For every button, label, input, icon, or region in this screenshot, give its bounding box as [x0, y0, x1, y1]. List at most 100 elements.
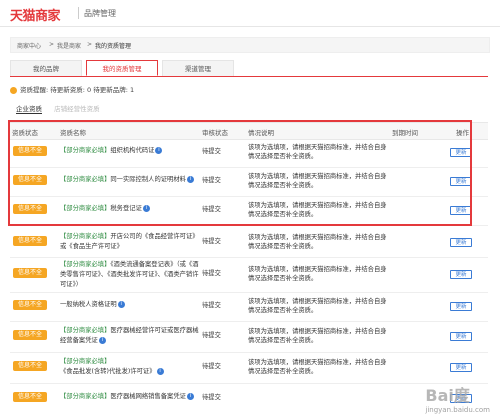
logo-divider	[78, 7, 79, 19]
review-status: 待提交	[202, 148, 221, 155]
qualification-notice: 资质提醒: 待更新资质: 0 待更新品牌: 1	[10, 84, 134, 94]
status-badge: 信息不全	[13, 361, 47, 371]
qualification-name: 【部分商家必填】税务登记证 i	[60, 204, 200, 214]
update-button[interactable]: 更新	[450, 177, 472, 186]
col-header-review: 审核状态	[202, 129, 228, 137]
update-button[interactable]: 更新	[450, 238, 472, 247]
status-badge: 信息不全	[13, 146, 47, 156]
table-row: 信息不全 【部分商家必填】税务登记证 i 待提交 该项为选填项，请根据天猫招商标准…	[10, 197, 488, 226]
table-row: 信息不全 【部分商家必填】医疗器械经营许可证或医疗器械经营备案凭证 i 待提交 该…	[10, 322, 488, 353]
required-tag: 【部分商家必填】	[60, 358, 111, 365]
qualification-title: 医疗器械网络销售备案凭证	[110, 393, 186, 400]
qualification-name: 【部分商家必填】医疗器械经营许可证或医疗器械经营备案凭证 i	[60, 326, 200, 346]
review-status: 待提交	[202, 238, 221, 245]
tab-my-brands[interactable]: 我的品牌	[10, 60, 82, 76]
breadcrumb-merchant[interactable]: 我是商家	[57, 41, 81, 50]
breadcrumb-current: 我的资质管理	[95, 43, 132, 50]
qualification-title: 组织机构代码证	[110, 147, 155, 154]
warning-icon	[10, 86, 17, 94]
qualification-name: 【部分商家必填】《酒类流通备案登记表》（或《酒类零售许可证》、《酒类批发许可证》…	[60, 260, 200, 290]
table-row: 信息不全 一般纳税人资格证明 i 待提交 该项为选填项，请根据天猫招商标准，并结合…	[10, 293, 488, 322]
qualification-name: 一般纳税人资格证明 i	[60, 300, 200, 310]
status-badge: 信息不全	[13, 236, 47, 246]
situation-description: 该项为选填项，请根据天猫招商标准，并结合自身情况选择是否补全资质。	[248, 234, 387, 250]
qualification-title: 《食品批发(含转)代批发)许可证》	[60, 368, 156, 375]
page-section-title: 品牌管理	[84, 9, 116, 18]
main-tabs: 我的品牌 我的资质管理 渠道管理	[10, 60, 488, 77]
subtab-enterprise[interactable]: 企业资质	[16, 105, 42, 114]
info-icon[interactable]: i	[155, 146, 163, 154]
required-tag: 【部分商家必填】	[60, 327, 111, 334]
watermark-logo: Bai度	[425, 386, 470, 405]
watermark-url: jingyan.baidu.com	[425, 406, 490, 414]
required-tag: 【部分商家必填】	[60, 233, 111, 240]
tab-my-qualifications[interactable]: 我的资质管理	[86, 60, 158, 76]
breadcrumb-separator: >	[87, 41, 93, 48]
status-badge: 信息不全	[13, 268, 47, 278]
table-row: 信息不全 【部分商家必填】开店公司的《食品经营许可证》或《食品生产许可证》 待提…	[10, 229, 488, 258]
status-badge: 信息不全	[13, 392, 47, 402]
review-status: 待提交	[202, 302, 221, 309]
qualification-title: 税务登记证	[110, 205, 142, 212]
table-header: 资质状态 资质名称 审核状态 情况说明 到期时间 操作	[10, 122, 488, 140]
col-header-action: 操作	[456, 129, 469, 137]
situation-description: 该项为选填项，请根据天猫招商标准，并结合自身情况选择是否补全资质。	[248, 144, 387, 160]
table-row: 信息不全 【部分商家必填】组织机构代码证 i 待提交 该项为选填项，请根据天猫招商…	[10, 139, 488, 168]
info-icon[interactable]: i	[156, 367, 164, 375]
qualification-name: 【部分商家必填】开店公司的《食品经营许可证》或《食品生产许可证》	[60, 232, 200, 252]
qualification-name: 【部分商家必填】医疗器械网络销售备案凭证 i	[60, 392, 200, 402]
update-button[interactable]: 更新	[450, 302, 472, 311]
breadcrumb-separator: >	[49, 41, 55, 48]
breadcrumb-home[interactable]: 商家中心	[17, 41, 41, 50]
sub-tabs: 企业资质 店铺经营性资质	[16, 103, 110, 114]
status-badge: 信息不全	[13, 300, 47, 310]
table-row: 信息不全 【部分商家必填】《酒类流通备案登记表》（或《酒类零售许可证》、《酒类批…	[10, 258, 488, 293]
required-tag: 【部分商家必填】	[60, 205, 111, 212]
review-status: 待提交	[202, 206, 221, 213]
situation-description: 该项为选填项，请根据天猫招商标准，并结合自身情况选择是否补全资质。	[248, 298, 387, 314]
col-header-status: 资质状态	[12, 129, 38, 137]
update-button[interactable]: 更新	[450, 332, 472, 341]
status-badge: 信息不全	[13, 204, 47, 214]
situation-description: 该项为选填项，请根据天猫招商标准，并结合自身情况选择是否补全资质。	[248, 202, 387, 218]
watermark: Bai度 jingyan.baidu.com	[425, 382, 490, 414]
info-icon[interactable]: i	[117, 300, 125, 308]
top-bar: 天猫商家 品牌管理	[0, 0, 500, 27]
required-tag: 【部分商家必填】	[60, 147, 111, 154]
qualification-title: 一般纳税人资格证明	[60, 301, 117, 308]
info-icon[interactable]: i	[98, 336, 106, 344]
required-tag: 【部分商家必填】	[60, 393, 111, 400]
subtab-store-operation[interactable]: 店铺经营性资质	[54, 105, 100, 113]
review-status: 待提交	[202, 177, 221, 184]
required-tag: 【部分商家必填】	[60, 176, 111, 183]
col-header-description: 情况说明	[248, 129, 274, 137]
status-badge: 信息不全	[13, 330, 47, 340]
qualification-name: 【部分商家必填】《食品批发(含转)代批发)许可证》 i	[60, 357, 200, 377]
status-badge: 信息不全	[13, 175, 47, 185]
brand-logo[interactable]: 天猫商家	[10, 5, 61, 24]
table-row: 信息不全 【部分商家必填】同一实际控制人的证明材料 i 待提交 该项为选填项，请根…	[10, 168, 488, 197]
situation-description: 该项为选填项，请根据天猫招商标准，并结合自身情况选择是否补全资质。	[248, 359, 387, 375]
breadcrumb: 商家中心 > 我是商家 > 我的资质管理	[10, 37, 490, 53]
qualification-name: 【部分商家必填】组织机构代码证 i	[60, 146, 200, 156]
review-status: 待提交	[202, 363, 221, 370]
info-icon[interactable]: i	[186, 175, 194, 183]
info-icon[interactable]: i	[142, 204, 150, 212]
update-button[interactable]: 更新	[450, 270, 472, 279]
qualification-title: 同一实际控制人的证明材料	[110, 176, 186, 183]
info-icon[interactable]: i	[186, 392, 194, 400]
qualification-name: 【部分商家必填】同一实际控制人的证明材料 i	[60, 175, 200, 185]
col-header-name: 资质名称	[60, 129, 86, 137]
table-row: 信息不全 【部分商家必填】医疗器械网络销售备案凭证 i 待提交 更新	[10, 384, 488, 414]
update-button[interactable]: 更新	[450, 363, 472, 372]
required-tag: 【部分商家必填】	[60, 261, 111, 268]
col-header-expiry: 到期时间	[392, 129, 418, 137]
notice-text: 资质提醒: 待更新资质: 0 待更新品牌: 1	[20, 86, 135, 94]
situation-description: 该项为选填项，请根据天猫招商标准，并结合自身情况选择是否补全资质。	[248, 173, 387, 189]
tab-channel-management[interactable]: 渠道管理	[162, 60, 234, 76]
review-status: 待提交	[202, 394, 221, 401]
review-status: 待提交	[202, 270, 221, 277]
update-button[interactable]: 更新	[450, 206, 472, 215]
update-button[interactable]: 更新	[450, 148, 472, 157]
review-status: 待提交	[202, 332, 221, 339]
